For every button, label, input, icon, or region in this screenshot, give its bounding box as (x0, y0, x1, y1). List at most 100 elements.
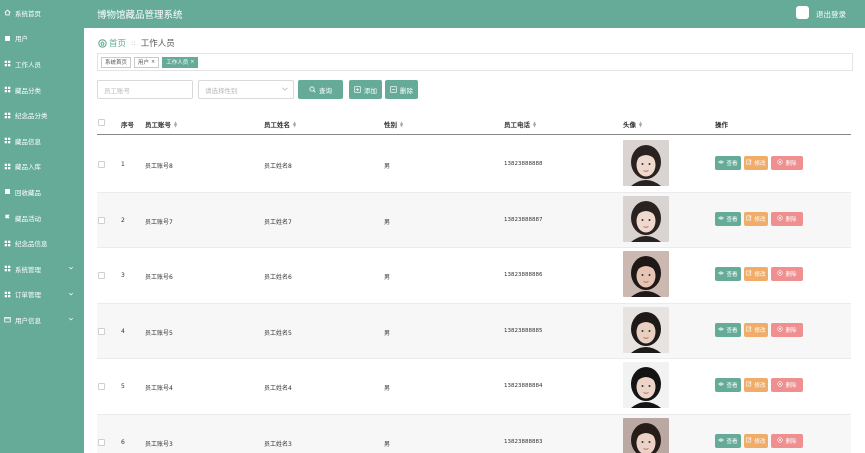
edit-button[interactable]: 修改 (744, 211, 768, 226)
square-icon (3, 188, 11, 196)
delete-button[interactable]: 删除 (771, 378, 803, 392)
staff-photo[interactable] (623, 140, 669, 186)
edit-button[interactable]: 修改 (744, 267, 768, 281)
delete-button[interactable]: 删除 (771, 433, 803, 448)
staff-photo[interactable] (623, 362, 669, 408)
delete-icon (390, 86, 397, 93)
row-checkbox[interactable] (98, 161, 105, 168)
table-row[interactable]: 2 员工账号7 员工姓名7 男 13823888887 查看 修改 删除 (97, 192, 851, 248)
grid-icon (3, 137, 11, 145)
table-row[interactable]: 5 员工账号4 员工姓名4 男 13823888884 查看 修改 删除 (97, 359, 851, 415)
table-row[interactable]: 6 员工账号3 员工姓名3 男 13823888883 查看 修改 删除 (97, 414, 851, 453)
sidebar-item[interactable]: 订单管理 (0, 282, 84, 308)
flag-icon (3, 214, 11, 222)
delete-button[interactable]: 删除 (771, 211, 803, 226)
gender-select[interactable]: 请选择性别 (198, 80, 294, 99)
delete-button[interactable]: 删除 (771, 322, 803, 337)
edit-icon (746, 437, 752, 445)
tab-tag-label: 系统首页 (105, 60, 128, 66)
edit-icon (746, 215, 752, 223)
sidebar-item[interactable]: 用户 (0, 26, 84, 52)
batch-delete-button[interactable]: 删除 (385, 80, 418, 99)
sidebar-item[interactable]: 回收藏品 (0, 179, 84, 205)
close-icon[interactable]: × (190, 59, 194, 65)
row-checkbox[interactable] (98, 383, 105, 390)
gender-select-placeholder: 请选择性别 (205, 86, 238, 95)
sidebar-item[interactable]: 藏品分类 (0, 77, 84, 103)
staff-photo[interactable] (623, 417, 669, 453)
delete-button[interactable]: 删除 (771, 156, 803, 170)
table-header: 序号 员工账号 ▲ ▼ 员工姓名 ▲ ▼ 性别 ▲ ▼ 员工电话 ▲ ▼ 头像 ▲ ▼ 操作 (97, 111, 851, 135)
logout-button[interactable]: 退出登录 (816, 9, 846, 20)
sidebar-item-label: 藏品活动 (15, 214, 41, 223)
sidebar: 系统首页 用户 工作人员 藏品分类 纪念品分类藏品信息藏品入库 回收藏品藏品活动纪念品信息… (0, 0, 84, 453)
edit-button[interactable]: 修改 (744, 433, 768, 448)
view-button-label: 查看 (726, 438, 738, 445)
staff-account-input[interactable]: 员工账号 (97, 80, 193, 99)
cell-name: 员工姓名3 (264, 440, 292, 448)
avatar[interactable] (796, 6, 809, 19)
sidebar-item[interactable]: 藏品信息 (0, 128, 84, 154)
eye-icon (718, 326, 725, 334)
view-button[interactable]: 查看 (715, 378, 741, 392)
delete-button-label: 删除 (785, 272, 797, 278)
header-avatar[interactable]: 头像 ▲ ▼ (623, 119, 642, 130)
edit-button[interactable]: 修改 (744, 156, 768, 170)
add-button[interactable]: 添加 (349, 80, 382, 99)
sidebar-item[interactable]: 藏品入库 (0, 154, 84, 180)
header-phone[interactable]: 员工电话 ▲ ▼ (504, 119, 536, 130)
sidebar-item[interactable]: 系统管理 (0, 256, 84, 282)
view-button[interactable]: 查看 (715, 156, 741, 170)
cell-index: 2 (121, 216, 125, 224)
tab-tag[interactable]: 工作人员 × (162, 56, 199, 68)
sidebar-item[interactable]: 纪念品信息 (0, 230, 84, 256)
delete-button-label: 删除 (785, 216, 797, 223)
query-button[interactable]: 查询 (298, 80, 343, 99)
delete-circle-icon (777, 270, 784, 278)
header-name[interactable]: 员工姓名 ▲ ▼ (264, 119, 296, 130)
table-row[interactable]: 1 员工账号8 员工姓名8 男 13823888888 查看 修改 删除 (97, 137, 851, 193)
edit-button[interactable]: 修改 (744, 322, 768, 337)
chevron-down-icon (68, 265, 74, 271)
query-button-label: 查询 (319, 86, 332, 95)
tab-tag[interactable]: 系统首页 (101, 56, 132, 68)
tab-tag-label: 用户 (138, 60, 150, 66)
staff-photo[interactable] (623, 306, 669, 353)
view-button[interactable]: 查看 (715, 322, 741, 337)
grid-icon (3, 162, 11, 170)
sidebar-item-label: 藏品信息 (15, 137, 41, 146)
sidebar-item[interactable]: 纪念品分类 (0, 102, 84, 128)
staff-photo[interactable] (623, 195, 669, 242)
row-checkbox[interactable] (98, 216, 105, 224)
cell-gender: 男 (384, 163, 391, 170)
view-button[interactable]: 查看 (715, 267, 741, 281)
tab-tag[interactable]: 用户 × (134, 56, 160, 68)
staff-photo[interactable] (623, 251, 669, 297)
row-checkbox[interactable] (98, 272, 105, 279)
sidebar-item[interactable]: 用户信息 (0, 307, 84, 333)
cell-index: 6 (121, 438, 125, 446)
delete-button[interactable]: 删除 (771, 267, 803, 281)
close-icon[interactable]: × (151, 59, 155, 65)
view-button[interactable]: 查看 (715, 211, 741, 226)
tab-tag-label: 工作人员 (166, 60, 189, 66)
sidebar-item[interactable]: 系统首页 (0, 0, 84, 26)
sidebar-item-label: 订单管理 (15, 291, 41, 300)
cell-index: 5 (121, 383, 125, 390)
edit-button[interactable]: 修改 (744, 378, 768, 392)
view-button[interactable]: 查看 (715, 433, 741, 448)
header-account[interactable]: 员工账号 ▲ ▼ (145, 119, 177, 130)
sidebar-item[interactable]: 藏品活动 (0, 205, 84, 231)
add-button-label: 添加 (364, 86, 377, 95)
view-button-label: 查看 (726, 272, 738, 278)
header-gender[interactable]: 性别 ▲ ▼ (384, 119, 403, 130)
row-checkbox[interactable] (98, 438, 105, 446)
table-row[interactable]: 3 员工账号6 员工姓名6 男 13823888886 查看 修改 删除 (97, 248, 851, 304)
chevron-down-icon (68, 291, 74, 297)
edit-button-label: 修改 (754, 216, 766, 223)
select-all-checkbox[interactable] (98, 119, 105, 126)
row-checkbox[interactable] (98, 327, 105, 335)
sidebar-item[interactable]: 工作人员 (0, 51, 84, 77)
breadcrumb-home[interactable]: 首页 (109, 37, 126, 49)
table-row[interactable]: 4 员工账号5 员工姓名5 男 13823888885 查看 修改 删除 (97, 303, 851, 359)
